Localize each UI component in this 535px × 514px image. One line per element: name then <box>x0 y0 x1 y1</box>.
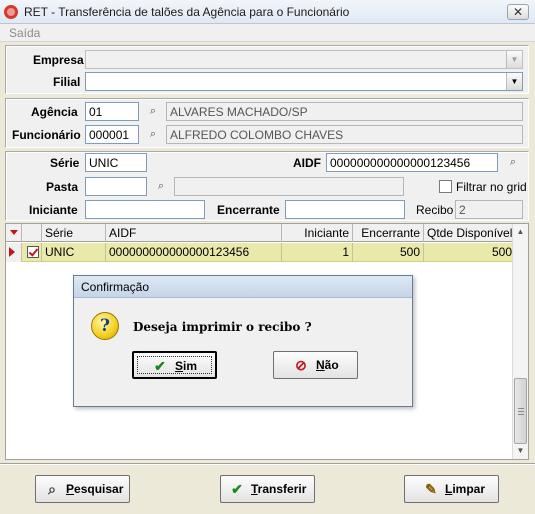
binoculars-icon[interactable]: ⌕ <box>151 177 171 196</box>
pesquisar-button-label: Pesquisar <box>66 482 124 496</box>
cell-serie: UNIC <box>42 243 106 262</box>
checkmark-icon: ✔ <box>231 481 243 497</box>
agencia-code-input[interactable]: 01 <box>85 102 139 121</box>
scroll-up-icon[interactable]: ▲ <box>513 224 528 239</box>
empresa-select[interactable]: ▼ <box>85 50 523 69</box>
serie-aidf-panel: Série UNIC AIDF 000000000000000123456 ⌕ … <box>5 151 529 221</box>
limpar-button[interactable]: ✎ Limpar <box>404 475 499 503</box>
pasta-label: Pasta <box>46 180 79 194</box>
transferir-button[interactable]: ✔ Transferir <box>220 475 315 503</box>
column-header-qtde-disponivel[interactable]: Qtde Disponível <box>424 224 516 242</box>
binoculars-icon[interactable]: ⌕ <box>143 125 163 144</box>
empresa-label: Empresa <box>33 53 84 67</box>
dialog-title: Confirmação <box>81 280 150 294</box>
checkmark-icon: ✔ <box>154 358 166 374</box>
iniciante-input[interactable] <box>85 200 205 219</box>
title-bar: RET - Transferência de talões da Agência… <box>0 0 535 24</box>
agencia-name-field: ALVARES MACHADO/SP <box>166 102 523 121</box>
encerrante-input[interactable] <box>285 200 405 219</box>
pasta-description-field <box>174 177 404 196</box>
app-logo-icon <box>4 5 18 19</box>
broom-icon: ✎ <box>425 481 437 497</box>
cell-qtde-disponivel: 500 <box>424 243 516 262</box>
question-icon: ? <box>91 312 119 340</box>
cell-aidf: 000000000000000123456 <box>106 243 282 262</box>
confirmation-dialog: Confirmação ? Deseja imprimir o recibo ?… <box>73 275 413 407</box>
checkmark-icon[interactable] <box>27 246 39 258</box>
encerrante-label: Encerrante <box>217 203 280 217</box>
recibo-field: 2 <box>455 200 523 219</box>
aidf-input[interactable]: 000000000000000123456 <box>326 153 498 172</box>
funcionario-label: Funcionário <box>12 128 81 142</box>
dialog-title-bar: Confirmação <box>74 276 412 298</box>
nao-button[interactable]: ⊘ Não <box>273 351 358 379</box>
scroll-down-icon[interactable]: ▼ <box>513 443 528 458</box>
sort-down-icon <box>10 230 18 235</box>
iniciante-label: Iniciante <box>29 203 78 217</box>
column-header-encerrante[interactable]: Encerrante <box>353 224 424 242</box>
table-row[interactable]: UNIC 000000000000000123456 1 500 500 <box>6 243 518 262</box>
cell-iniciante: 1 <box>282 243 353 262</box>
filtrar-no-grid-checkbox[interactable] <box>439 180 452 193</box>
recibo-label: Recibo <box>416 203 454 217</box>
limpar-button-label: Limpar <box>445 482 486 496</box>
menu-item-saida[interactable]: Saída <box>9 26 40 40</box>
sim-button[interactable]: ✔ Sim <box>132 351 217 379</box>
chevron-down-icon[interactable]: ▼ <box>506 73 522 90</box>
prohibited-icon: ⊘ <box>295 357 307 373</box>
row-pointer-icon <box>9 247 15 257</box>
row-check-cell[interactable] <box>22 243 42 262</box>
dialog-message: Deseja imprimir o recibo ? <box>133 320 312 334</box>
close-button[interactable]: ✕ <box>507 4 529 20</box>
row-indicator <box>6 243 22 262</box>
footer-divider <box>0 463 535 465</box>
binoculars-icon[interactable]: ⌕ <box>143 102 163 121</box>
funcionario-code-input[interactable]: 000001 <box>85 125 139 144</box>
binoculars-icon: ⌕ <box>48 481 56 497</box>
pasta-input[interactable] <box>85 177 147 196</box>
filial-label: Filial <box>53 75 81 89</box>
agencia-label: Agência <box>31 105 78 119</box>
cell-encerrante: 500 <box>353 243 424 262</box>
grid-vertical-scrollbar[interactable]: ▲ ▼ <box>512 224 528 459</box>
indicator-column-header[interactable] <box>6 224 22 242</box>
scroll-thumb[interactable] <box>514 378 527 444</box>
filial-select[interactable]: ▼ <box>85 72 523 91</box>
grid-header: Série AIDF Iniciante Encerrante Qtde Dis… <box>6 224 518 242</box>
check-column-header <box>22 224 42 242</box>
nao-button-label: Não <box>316 358 339 372</box>
column-header-serie[interactable]: Série <box>42 224 106 242</box>
filtrar-no-grid-label: Filtrar no grid <box>456 180 527 194</box>
agencia-funcionario-panel: Agência 01 ⌕ ALVARES MACHADO/SP Funcioná… <box>5 98 529 148</box>
empresa-filial-panel: Empresa ▼ Filial ▼ <box>5 45 529 94</box>
column-header-iniciante[interactable]: Iniciante <box>282 224 353 242</box>
sim-button-label: Sim <box>175 359 198 373</box>
window-title: RET - Transferência de talões da Agência… <box>24 5 350 19</box>
serie-input[interactable]: UNIC <box>85 153 147 172</box>
serie-label: Série <box>50 156 80 170</box>
column-header-aidf[interactable]: AIDF <box>106 224 282 242</box>
funcionario-name-field: ALFREDO COLOMBO CHAVES <box>166 125 523 144</box>
menu-bar: Saída <box>0 24 535 42</box>
pesquisar-button[interactable]: ⌕ Pesquisar <box>35 475 130 503</box>
binoculars-icon[interactable]: ⌕ <box>503 153 523 172</box>
chevron-down-icon[interactable]: ▼ <box>506 51 522 68</box>
transferir-button-label: Transferir <box>251 482 307 496</box>
aidf-label: AIDF <box>293 156 321 170</box>
